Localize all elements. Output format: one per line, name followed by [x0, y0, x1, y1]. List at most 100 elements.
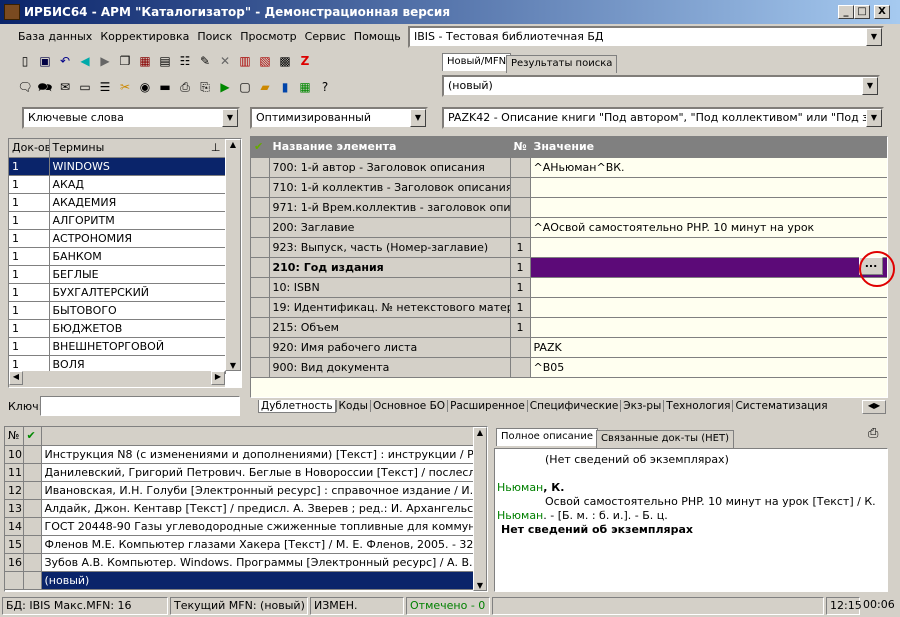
editor-tab[interactable]: Технология	[663, 400, 732, 412]
field-value[interactable]	[530, 257, 887, 278]
folder-icon[interactable]: ▬	[156, 78, 174, 96]
col-name-header[interactable]: Название элемента	[269, 137, 511, 158]
editor-tab[interactable]: Систематизация	[732, 400, 829, 412]
result-mark[interactable]	[23, 499, 42, 518]
record-select[interactable]: (новый) ▼	[442, 75, 880, 97]
print-icon[interactable]: ⎙	[176, 78, 194, 96]
run-icon[interactable]: ▶	[216, 78, 234, 96]
chevron-down-icon[interactable]: ▼	[222, 109, 238, 127]
result-row[interactable]: 12 Ивановская, И.Н. Голуби [Электронный р…	[5, 481, 474, 500]
save-icon[interactable]: ▣	[36, 52, 54, 70]
editor-tab[interactable]: Специфические	[526, 400, 621, 412]
tab-linked-docs[interactable]: Связанные док-ты (НЕТ)	[596, 430, 734, 448]
export-icon[interactable]: ▧	[256, 52, 274, 70]
result-mark[interactable]	[23, 481, 42, 500]
field-value[interactable]	[530, 317, 887, 338]
chevron-down-icon[interactable]: ▼	[866, 28, 882, 46]
tools-icon[interactable]: ✂	[116, 78, 134, 96]
editor-tab[interactable]: Дублетность	[258, 400, 336, 413]
minimize-button[interactable]: _	[838, 5, 854, 19]
edit-icon[interactable]: ✎	[196, 52, 214, 70]
grid-icon[interactable]: ▦	[136, 52, 154, 70]
field-value[interactable]: ^AНьюман^BК.	[530, 157, 887, 178]
menu-search[interactable]: Поиск	[193, 30, 236, 43]
dictionary-row[interactable]: 1 АЛГОРИТМ	[9, 211, 226, 230]
menu-view[interactable]: Просмотр	[236, 30, 300, 43]
menu-edit[interactable]: Корректировка	[96, 30, 193, 43]
dictionary-row[interactable]: 1 БЮДЖЕТОВ	[9, 319, 226, 338]
result-mark[interactable]	[23, 517, 42, 536]
chevron-down-icon[interactable]: ▼	[862, 77, 878, 95]
message-icon[interactable]: ▭	[76, 78, 94, 96]
search-method-select[interactable]: Оптимизированный ▼	[250, 107, 428, 129]
help-icon[interactable]: ?	[316, 78, 334, 96]
col-terms-header[interactable]: Термины ⊥	[49, 139, 226, 158]
chart-icon[interactable]: ▮	[276, 78, 294, 96]
new-record-icon[interactable]: ▯	[16, 52, 34, 70]
col-value-header[interactable]: Значение	[530, 137, 887, 158]
delete-icon[interactable]: ✕	[216, 52, 234, 70]
field-value[interactable]: ^B05	[530, 357, 887, 378]
undo-icon[interactable]: ↶	[56, 52, 74, 70]
editor-row[interactable]: 215: Объем 1	[251, 317, 887, 338]
col-description-header[interactable]	[41, 427, 474, 446]
open-folder-icon[interactable]: ▰	[256, 78, 274, 96]
list-icon[interactable]: ☰	[96, 78, 114, 96]
col-num-header[interactable]: №	[510, 137, 531, 158]
search-mode-select[interactable]: Ключевые слова ▼	[22, 107, 240, 129]
tree-icon[interactable]: ☷	[176, 52, 194, 70]
field-value[interactable]	[530, 277, 887, 298]
editor-tab[interactable]: Экз-ры	[620, 400, 663, 412]
field-value[interactable]: PAZK	[530, 337, 887, 358]
scroll-left-icon[interactable]: ◀	[9, 371, 23, 385]
worksheet-select[interactable]: PAZK42 - Описание книги "Под автором", "…	[442, 107, 884, 129]
dictionary-row[interactable]: 1 АСТРОНОМИЯ	[9, 229, 226, 248]
view-icon[interactable]: ◉	[136, 78, 154, 96]
field-value[interactable]	[530, 297, 887, 318]
editor-tab[interactable]: Коды	[335, 400, 370, 412]
back-icon[interactable]: ◀	[76, 52, 94, 70]
menu-help[interactable]: Помощь	[350, 30, 405, 43]
dictionary-row[interactable]: 1 БЕГЛЫЕ	[9, 265, 226, 284]
dictionary-row[interactable]: 1 АКАД	[9, 175, 226, 194]
scroll-up-icon[interactable]: ▲	[226, 140, 240, 149]
dictionary-row[interactable]: 1 WINDOWS	[9, 157, 226, 176]
mail-icon[interactable]: ✉	[56, 78, 74, 96]
col-count-header[interactable]: Док-ов	[9, 139, 50, 158]
editor-row[interactable]: 920: Имя рабочего листа PAZK	[251, 337, 887, 358]
editor-row[interactable]: 210: Год издания 1	[251, 257, 887, 278]
copy-icon[interactable]: ❐	[116, 52, 134, 70]
desc-author[interactable]: Ньюман	[497, 481, 543, 494]
result-mark[interactable]	[23, 463, 42, 482]
comment-icon[interactable]: 🗨	[16, 78, 34, 96]
scroll-up-icon[interactable]: ▲	[474, 428, 486, 437]
field-value[interactable]	[530, 177, 887, 198]
tabs-scroll-arrows[interactable]: ◀▶	[862, 400, 886, 414]
paste-icon[interactable]: ▤	[156, 52, 174, 70]
result-mark[interactable]	[23, 571, 42, 590]
tab-new-mfn[interactable]: Новый/MFN	[442, 53, 512, 71]
field-value[interactable]	[530, 197, 887, 218]
editor-row[interactable]: 971: 1-й Врем.коллектив - заголовок опис…	[251, 197, 887, 218]
result-mark[interactable]	[23, 553, 42, 572]
chevron-down-icon[interactable]: ▼	[410, 109, 426, 127]
menu-database[interactable]: База данных	[14, 30, 96, 43]
result-row[interactable]: 16 Зубов А.В. Компьютер. Windows. Програм…	[5, 553, 474, 572]
print2-icon[interactable]: ⎘	[196, 78, 214, 96]
dictionary-row[interactable]: 1 БЫТОВОГО	[9, 301, 226, 320]
tab-search-results[interactable]: Результаты поиска	[506, 55, 618, 73]
result-row[interactable]: 10 Инструкция N8 (с изменениями и дополне…	[5, 445, 474, 464]
result-row[interactable]: 13 Алдайк, Джон. Кентавр [Текст] / предис…	[5, 499, 474, 518]
field-value[interactable]	[530, 237, 887, 258]
key-input[interactable]	[40, 396, 240, 416]
tab-full-description[interactable]: Полное описание	[496, 428, 598, 446]
editor-row[interactable]: 200: Заглавие ^AОсвой самостоятельно PHP…	[251, 217, 887, 238]
z-icon[interactable]: Z	[296, 52, 314, 70]
result-mark[interactable]	[23, 445, 42, 464]
editor-row[interactable]: 19: Идентификац. № нетекстового материал…	[251, 297, 887, 318]
editor-tab[interactable]: Основное БО	[369, 400, 447, 412]
editor-row[interactable]: 923: Выпуск, часть (Номер-заглавие) 1	[251, 237, 887, 258]
excel-icon[interactable]: ▦	[296, 78, 314, 96]
field-value[interactable]: ^AОсвой самостоятельно PHP. 10 минут на …	[530, 217, 887, 238]
doc-icon[interactable]: ▢	[236, 78, 254, 96]
